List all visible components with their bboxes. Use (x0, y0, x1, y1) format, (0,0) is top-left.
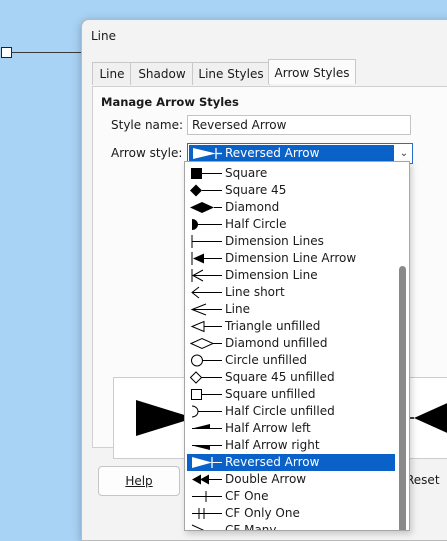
list-item-label: Line short (225, 285, 285, 299)
arrow-style-selected[interactable]: Reversed Arrow (189, 145, 394, 162)
half-circle-unfilled-arrow-icon (191, 405, 222, 418)
list-item-label: Circle unfilled (225, 353, 307, 367)
line-arrow-icon (190, 303, 222, 316)
tab-arrow-styles[interactable]: Arrow Styles (268, 59, 356, 84)
reversed-arrow-icon (193, 148, 222, 159)
chevron-down-icon[interactable]: ⌄ (397, 145, 411, 162)
list-item[interactable]: Diamond unfilled (187, 335, 395, 352)
list-item[interactable]: Half Arrow left (187, 420, 395, 437)
half-arrow-right-icon (192, 445, 222, 450)
dimension-line-arrow-icon (191, 252, 222, 265)
list-item-label: Dimension Line Arrow (225, 251, 357, 265)
diamond-arrow-icon (190, 202, 222, 213)
list-item[interactable]: Dimension Lines (187, 233, 395, 250)
arrow-style-value: Reversed Arrow (225, 146, 320, 160)
cf-many-arrow-icon (191, 524, 205, 530)
line-short-arrow-icon (191, 286, 222, 299)
square-arrow-icon (191, 168, 222, 179)
list-item-selected[interactable]: Reversed Arrow (187, 454, 395, 471)
diamond-unfilled-arrow-icon (190, 337, 222, 350)
style-name-input[interactable]: Reversed Arrow (187, 115, 411, 135)
dropdown-scrollbar-thumb[interactable] (399, 266, 406, 530)
list-item[interactable]: Diamond (187, 199, 395, 216)
dimension-lines-arrow-icon (191, 235, 222, 248)
list-item[interactable]: CF Only One (187, 505, 395, 522)
list-item[interactable]: Half Arrow right (187, 437, 395, 454)
list-item[interactable]: Half Circle (187, 216, 395, 233)
square-unfilled-arrow-icon (191, 389, 222, 400)
list-item-label: Line (225, 302, 251, 316)
help-button-label: Help (125, 474, 153, 488)
arrow-style-dropdown[interactable]: Square Square 45 Diamond Half Circle Dim… (184, 161, 410, 531)
reversed-arrow-icon (192, 457, 222, 468)
double-arrow-icon (192, 474, 222, 485)
tab-shadow[interactable]: Shadow (130, 62, 194, 85)
half-arrow-left-icon (192, 424, 222, 429)
list-item-label: Triangle unfilled (225, 319, 321, 333)
square-45-unfilled-arrow-icon (190, 371, 222, 384)
list-item[interactable]: Triangle unfilled (187, 318, 395, 335)
list-item[interactable]: CF One (187, 488, 395, 505)
list-item[interactable]: Line (187, 301, 395, 318)
list-item-label: Diamond (225, 200, 280, 214)
dimension-line-icon (191, 269, 222, 282)
list-item-label: Double Arrow (225, 472, 307, 486)
dialog-title: Line (91, 29, 117, 43)
list-item-label: Diamond unfilled (225, 336, 328, 350)
list-item-label: Square (225, 166, 268, 180)
list-item-label: Square 45 unfilled (225, 370, 335, 384)
tab-line[interactable]: Line (92, 62, 132, 85)
circle-unfilled-arrow-icon (191, 354, 222, 367)
list-item[interactable]: Square 45 unfilled (187, 369, 395, 386)
list-item-label: Half Circle (225, 217, 287, 231)
list-item[interactable]: Half Circle unfilled (187, 403, 395, 420)
help-button[interactable]: Help (98, 466, 180, 496)
list-item-label: Square unfilled (225, 387, 316, 401)
list-item[interactable]: Line short (187, 284, 395, 301)
arrow-style-label: Arrow style: (111, 146, 183, 160)
list-item[interactable]: Dimension Line Arrow (187, 250, 395, 267)
list-item[interactable]: Square 45 (187, 182, 395, 199)
list-item-label: CF One (225, 489, 269, 503)
canvas-line[interactable] (11, 52, 86, 53)
section-title: Manage Arrow Styles (101, 95, 239, 109)
list-item-label: Half Arrow right (225, 438, 320, 452)
style-name-label: Style name: (111, 118, 184, 132)
triangle-unfilled-arrow-icon (190, 320, 222, 333)
list-item[interactable]: Double Arrow (187, 471, 395, 488)
list-item[interactable]: Dimension Line (187, 267, 395, 284)
list-item-label: Reversed Arrow (225, 455, 320, 469)
square-45-arrow-icon (190, 184, 222, 197)
list-item-label: Dimension Line (225, 268, 318, 282)
cf-one-arrow-icon (192, 491, 222, 502)
list-item-label: Dimension Lines (225, 234, 324, 248)
list-item-label: Half Arrow left (225, 421, 311, 435)
list-item-label: CF Only One (225, 506, 300, 520)
list-item-label: Half Circle unfilled (225, 404, 335, 418)
tab-line-styles[interactable]: Line Styles (192, 62, 270, 85)
half-circle-arrow-icon (192, 219, 222, 230)
list-item[interactable]: Square unfilled (187, 386, 395, 403)
list-item-label: Square 45 (225, 183, 287, 197)
reset-button-label: Reset (406, 473, 440, 487)
cf-only-one-arrow-icon (192, 508, 222, 519)
list-item[interactable]: Square (187, 165, 395, 182)
list-item[interactable]: Circle unfilled (187, 352, 395, 369)
